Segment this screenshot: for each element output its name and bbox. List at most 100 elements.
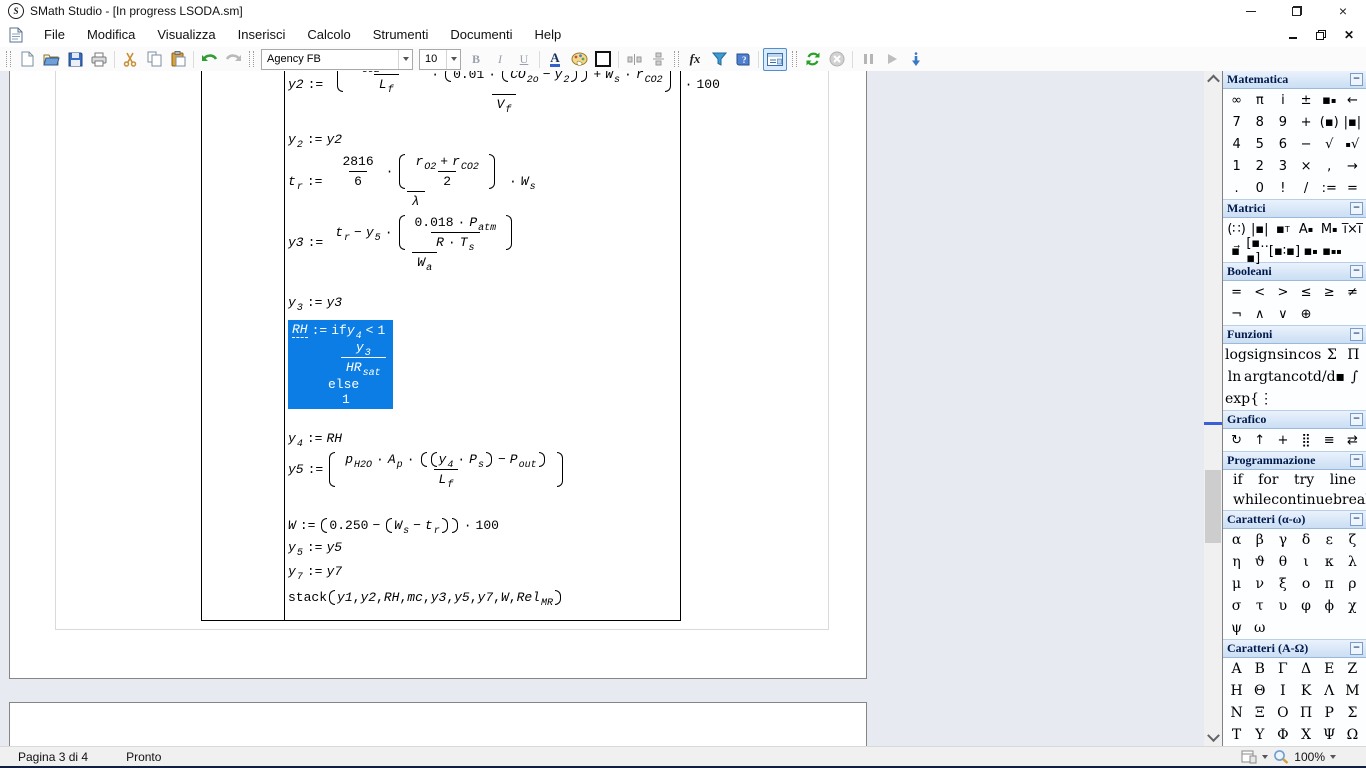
palette-button[interactable]: try	[1294, 470, 1314, 490]
palette-button[interactable]: Ψ	[1318, 725, 1341, 745]
collapse-button[interactable]: −	[1350, 202, 1363, 215]
palette-button[interactable]: α	[1225, 530, 1248, 550]
align-horizontal-button[interactable]	[623, 49, 645, 70]
palette-button[interactable]: Σ	[1321, 345, 1342, 365]
undo-button[interactable]	[198, 49, 220, 70]
palette-button[interactable]: ρ	[1341, 574, 1364, 594]
math-region[interactable]: tr:=28166·rO2+rCO22λ·Ws	[288, 154, 536, 209]
collapse-button[interactable]: −	[1350, 265, 1363, 278]
palette-button[interactable]: Π	[1294, 703, 1317, 723]
side-panel-toggle[interactable]	[763, 48, 787, 71]
palette-button[interactable]: ∨	[1271, 304, 1294, 324]
palette-button[interactable]: 7	[1225, 112, 1248, 132]
bold-button[interactable]: B	[465, 49, 487, 70]
palette-button[interactable]: M▪	[1318, 219, 1341, 239]
vertical-scrollbar[interactable]	[1204, 71, 1222, 747]
palette-button[interactable]: τ	[1248, 596, 1271, 616]
palette-button[interactable]: E	[1318, 659, 1341, 679]
toolbar-grip[interactable]	[792, 51, 797, 67]
palette-button[interactable]: γ	[1271, 530, 1294, 550]
palette-button[interactable]: 1	[1225, 156, 1248, 176]
math-region[interactable]: y5:=pH2O·Ap·y4·Ps−PoutLf	[288, 452, 565, 487]
palette-button[interactable]: β	[1248, 530, 1271, 550]
palette-button[interactable]: I	[1271, 681, 1294, 701]
palette-button[interactable]: Π	[1343, 345, 1364, 365]
mdi-minimize-button[interactable]	[1286, 28, 1300, 42]
paste-button[interactable]	[167, 49, 189, 70]
mdi-close-button[interactable]: ✕	[1342, 28, 1356, 42]
palette-button[interactable]: 5	[1248, 134, 1271, 154]
math-region[interactable]: W:=0.250−Ws−tr·100	[288, 518, 499, 533]
palette-button[interactable]: ι	[1294, 552, 1317, 572]
math-region[interactable]: y3:=y3	[288, 295, 342, 310]
new-document-button[interactable]	[16, 49, 38, 70]
menu-modifica[interactable]: Modifica	[76, 27, 146, 42]
math-region[interactable]: y3:=tr−y5·0.018·PatmR·TsWa	[288, 215, 522, 270]
menu-inserisci[interactable]: Inserisci	[227, 27, 297, 42]
menu-visualizza[interactable]: Visualizza	[146, 27, 226, 42]
collapse-button[interactable]: −	[1350, 454, 1363, 467]
open-button[interactable]	[40, 49, 62, 70]
insert-function-button[interactable]: fx	[684, 49, 706, 70]
palette-button[interactable]: break	[1333, 490, 1366, 510]
menu-strumenti[interactable]: Strumenti	[362, 27, 440, 42]
palette-button[interactable]: ≥	[1318, 282, 1341, 302]
run-button[interactable]	[881, 49, 903, 70]
scrollbar-thumb[interactable]	[1205, 470, 1221, 543]
palette-button[interactable]: ϑ	[1248, 552, 1271, 572]
palette-button[interactable]: ∧	[1248, 304, 1271, 324]
palette-button[interactable]: ν	[1248, 574, 1271, 594]
menu-calcolo[interactable]: Calcolo	[296, 27, 361, 42]
palette-button[interactable]: X	[1294, 725, 1317, 745]
palette-button[interactable]: λ	[1341, 552, 1364, 572]
palette-button[interactable]: while	[1233, 490, 1271, 510]
palette-button[interactable]: sin	[1277, 345, 1298, 365]
palette-button[interactable]: ψ	[1225, 618, 1248, 638]
palette-button[interactable]: ⊕	[1294, 304, 1317, 324]
close-button[interactable]: ×	[1320, 0, 1366, 22]
palette-button[interactable]: Δ	[1294, 659, 1317, 679]
worksheet-page-3[interactable]: y2:=pCO2·atmLf·0.01·CO2o−y2+Ws·rCO2Vf·10…	[9, 71, 867, 679]
palette-button[interactable]: −	[1294, 134, 1317, 154]
palette-button[interactable]: ϕ	[1318, 596, 1341, 616]
scroll-down-button[interactable]	[1204, 730, 1222, 747]
palette-button[interactable]: A	[1225, 659, 1248, 679]
palette-button[interactable]: (∷)	[1225, 219, 1248, 239]
pause-button[interactable]	[857, 49, 879, 70]
palette-button[interactable]: T	[1225, 725, 1248, 745]
palette-button[interactable]: N	[1225, 703, 1248, 723]
palette-button[interactable]: for	[1258, 470, 1278, 490]
restore-button[interactable]	[1274, 0, 1320, 22]
palette-button[interactable]: ¬	[1225, 304, 1248, 324]
palette-button[interactable]: [▪∶▪]	[1269, 241, 1300, 261]
palette-button[interactable]: (▪)	[1318, 112, 1341, 132]
collapse-button[interactable]: −	[1350, 513, 1363, 526]
zoom-icon[interactable]	[1273, 749, 1289, 765]
palette-button[interactable]: ▪▪	[1318, 90, 1341, 110]
palette-button[interactable]: Ω	[1341, 725, 1364, 745]
palette-button[interactable]: +	[1294, 112, 1317, 132]
palette-button[interactable]: ▪▪	[1300, 241, 1321, 261]
math-region[interactable]: y5:=y5	[288, 540, 342, 555]
scroll-up-button[interactable]	[1204, 71, 1222, 88]
underline-button[interactable]: U	[513, 49, 535, 70]
italic-button[interactable]: I	[489, 49, 511, 70]
font-family-dropdown[interactable]	[398, 50, 412, 69]
palette-button[interactable]: [▪‥▪]	[1246, 241, 1269, 261]
collapse-button[interactable]: −	[1350, 642, 1363, 655]
font-family-select[interactable]: Agency FB	[261, 49, 413, 70]
palette-button[interactable]: ≤	[1294, 282, 1317, 302]
cut-button[interactable]	[119, 49, 141, 70]
zoom-level[interactable]: 100%	[1294, 750, 1325, 764]
palette-button[interactable]: →	[1341, 156, 1364, 176]
interrupt-button[interactable]	[826, 49, 848, 70]
toolbar-grip[interactable]	[674, 51, 679, 67]
recalculate-button[interactable]	[802, 49, 824, 70]
palette-button[interactable]: arg	[1244, 367, 1268, 387]
palette-button[interactable]: /	[1294, 178, 1317, 198]
palette-button[interactable]: ⣿	[1294, 430, 1317, 450]
math-region[interactable]: y2:=y2	[288, 132, 342, 147]
palette-button[interactable]: exp	[1225, 389, 1250, 409]
palette-button[interactable]: ≡	[1318, 430, 1341, 450]
zoom-dropdown[interactable]	[1330, 755, 1336, 759]
